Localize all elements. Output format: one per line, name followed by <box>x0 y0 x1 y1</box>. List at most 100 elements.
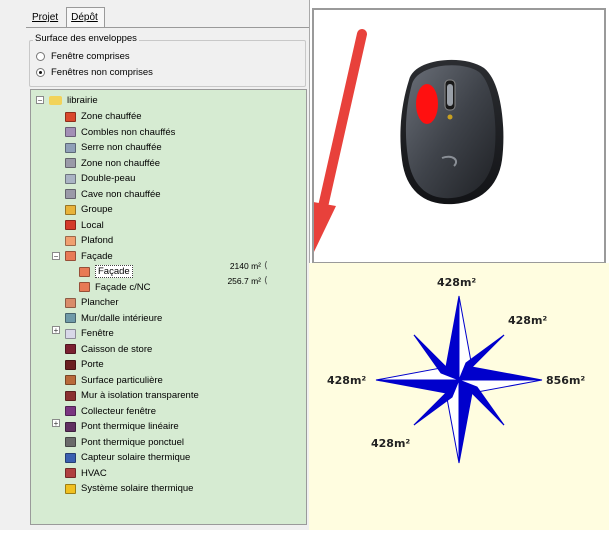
tab-depot[interactable]: Dépôt <box>66 7 105 28</box>
tree-item[interactable]: Zone non chauffée <box>65 156 160 171</box>
ceiling-icon <box>65 235 76 246</box>
image-panel <box>302 8 606 264</box>
tree-item-label: Serre non chauffée <box>81 142 162 153</box>
mouse-image <box>302 29 504 256</box>
blind-box-icon <box>65 344 76 354</box>
tree-item[interactable]: Cave non chauffée <box>65 187 161 202</box>
pin-icon: ⟨ <box>264 260 268 270</box>
pin-icon: ⟨ <box>264 275 268 285</box>
tree-item[interactable]: Porte <box>65 357 104 372</box>
radio-label: Fenêtre comprises <box>51 51 130 62</box>
tree-item[interactable]: Pont thermique linéaire <box>65 419 179 434</box>
greenhouse-icon <box>65 142 76 153</box>
tab-projet-label: Projet <box>32 12 59 23</box>
tree-item[interactable]: Mur à isolation transparente <box>65 388 199 403</box>
tree-root-librairie[interactable]: librairie <box>49 93 98 108</box>
tree-item-label: Façade <box>81 250 113 262</box>
solar-collector-icon <box>65 452 76 463</box>
tree-item-label: Caisson de store <box>81 343 153 355</box>
tree-item[interactable]: Caisson de store <box>65 342 152 357</box>
solar-system-icon <box>65 483 76 494</box>
tree-item[interactable]: Façade c/NC <box>79 280 150 295</box>
tree-item-label: Zone chauffée <box>81 111 142 122</box>
tree-item-label: Plafond <box>81 235 114 246</box>
tree-item-label: Local <box>81 219 104 231</box>
radio-button-checked[interactable] <box>36 68 45 77</box>
tree-item-label: Capteur solaire thermique <box>81 452 191 463</box>
tree-item[interactable]: Collecteur fenêtre <box>65 404 156 419</box>
linear-bridge-icon <box>65 421 76 432</box>
tab-projet[interactable]: Projet <box>26 8 64 27</box>
tree-root-label: librairie <box>67 95 98 106</box>
tab-strip: Projet Dépôt <box>26 5 105 28</box>
tree-item[interactable]: Fenêtre <box>65 326 114 341</box>
cellar-icon <box>65 189 76 199</box>
tree-item[interactable]: Façade <box>65 249 113 264</box>
indicator-led <box>447 114 453 120</box>
library-tree[interactable]: − librairie − + + Zone chauffée Combles n… <box>30 89 307 525</box>
tree-item[interactable]: Plancher <box>65 295 119 310</box>
tree-item[interactable]: Plafond <box>65 233 113 248</box>
floor-icon <box>65 297 76 308</box>
tree-item[interactable]: Capteur solaire thermique <box>65 450 190 465</box>
facade-icon <box>65 251 76 261</box>
tree-item-label: Façade <box>95 265 133 278</box>
tree-item-label: Porte <box>81 359 104 370</box>
tab-divider <box>26 27 309 28</box>
unheated-zone-icon <box>65 158 76 168</box>
transparent-insulation-icon <box>65 390 76 401</box>
tree-item-label: HVAC <box>81 467 107 479</box>
tree-item-label: Pont thermique linéaire <box>81 421 179 432</box>
tree-item-label: Double-peau <box>81 173 136 184</box>
double-skin-icon <box>65 173 76 184</box>
tree-item[interactable]: Système solaire thermique <box>65 481 193 496</box>
tree-item[interactable]: Serre non chauffée <box>65 140 162 155</box>
collapse-toggle-facade[interactable]: − <box>52 252 60 261</box>
tree-item-label: Cave non chauffée <box>81 188 161 200</box>
tree-item[interactable]: Double-peau <box>65 171 135 186</box>
tree-item-label: Combles non chauffés <box>81 126 176 138</box>
tree-item[interactable]: Zone chauffée <box>65 109 142 124</box>
radio-fenetre-comprises[interactable]: Fenêtre comprises <box>36 51 130 62</box>
group-icon <box>65 204 76 215</box>
envelope-surface-group <box>29 40 306 87</box>
radio-button-unchecked[interactable] <box>36 52 45 61</box>
tree-item[interactable]: Local <box>65 218 104 233</box>
compass-southwest-value: 428m² <box>371 437 411 450</box>
tree-item[interactable]: Pont thermique ponctuel <box>65 435 184 450</box>
tree-item-label: Façade c/NC <box>95 281 151 293</box>
tree-item[interactable]: Combles non chauffés <box>65 125 175 140</box>
tree-item-label: Système solaire thermique <box>81 483 194 494</box>
expand-toggle-pont-lineaire[interactable]: + <box>52 419 60 428</box>
tree-item-label: Surface particulière <box>81 374 163 386</box>
orientation-compass-panel: 428m² 428m² 856m² 428m² 428m² <box>309 263 609 530</box>
compass-northeast-value: 428m² <box>508 314 548 327</box>
application-window: Projet Dépôt Surface des enveloppes Fenê… <box>0 0 609 530</box>
tree-item-label: Pont thermique ponctuel <box>81 436 184 448</box>
inner-wall-icon <box>65 313 76 323</box>
expand-toggle-fenetre[interactable]: + <box>52 326 60 335</box>
tree-item[interactable]: Surface particulière <box>65 373 163 388</box>
tree-item[interactable]: HVAC <box>65 466 107 481</box>
heated-zone-icon <box>65 111 76 122</box>
window-collector-icon <box>65 406 76 416</box>
envelope-surface-title: Surface des enveloppes <box>33 33 139 44</box>
compass-east-value: 856m² <box>546 374 586 387</box>
point-bridge-icon <box>65 437 76 447</box>
tree-item-label: Zone non chauffée <box>81 157 161 169</box>
room-icon <box>65 220 76 230</box>
folder-icon <box>49 96 62 105</box>
tree-item-label: Collecteur fenêtre <box>81 405 156 417</box>
tree-item[interactable]: Mur/dalle intérieure <box>65 311 162 326</box>
tree-item-label: Plancher <box>81 297 119 308</box>
tree-item[interactable]: Façade <box>79 264 133 279</box>
facade-cnc-area-value: 256.7 m² <box>227 276 261 286</box>
unheated-attic-icon <box>65 127 76 137</box>
tree-item-label: Fenêtre <box>81 328 114 339</box>
tree-item-label: Mur/dalle intérieure <box>81 312 163 324</box>
red-arrow <box>302 29 367 256</box>
collapse-toggle[interactable]: − <box>36 96 44 105</box>
tree-item[interactable]: Groupe <box>65 202 113 217</box>
facade-icon <box>79 282 90 292</box>
radio-fenetres-non-comprises[interactable]: Fenêtres non comprises <box>36 67 153 78</box>
